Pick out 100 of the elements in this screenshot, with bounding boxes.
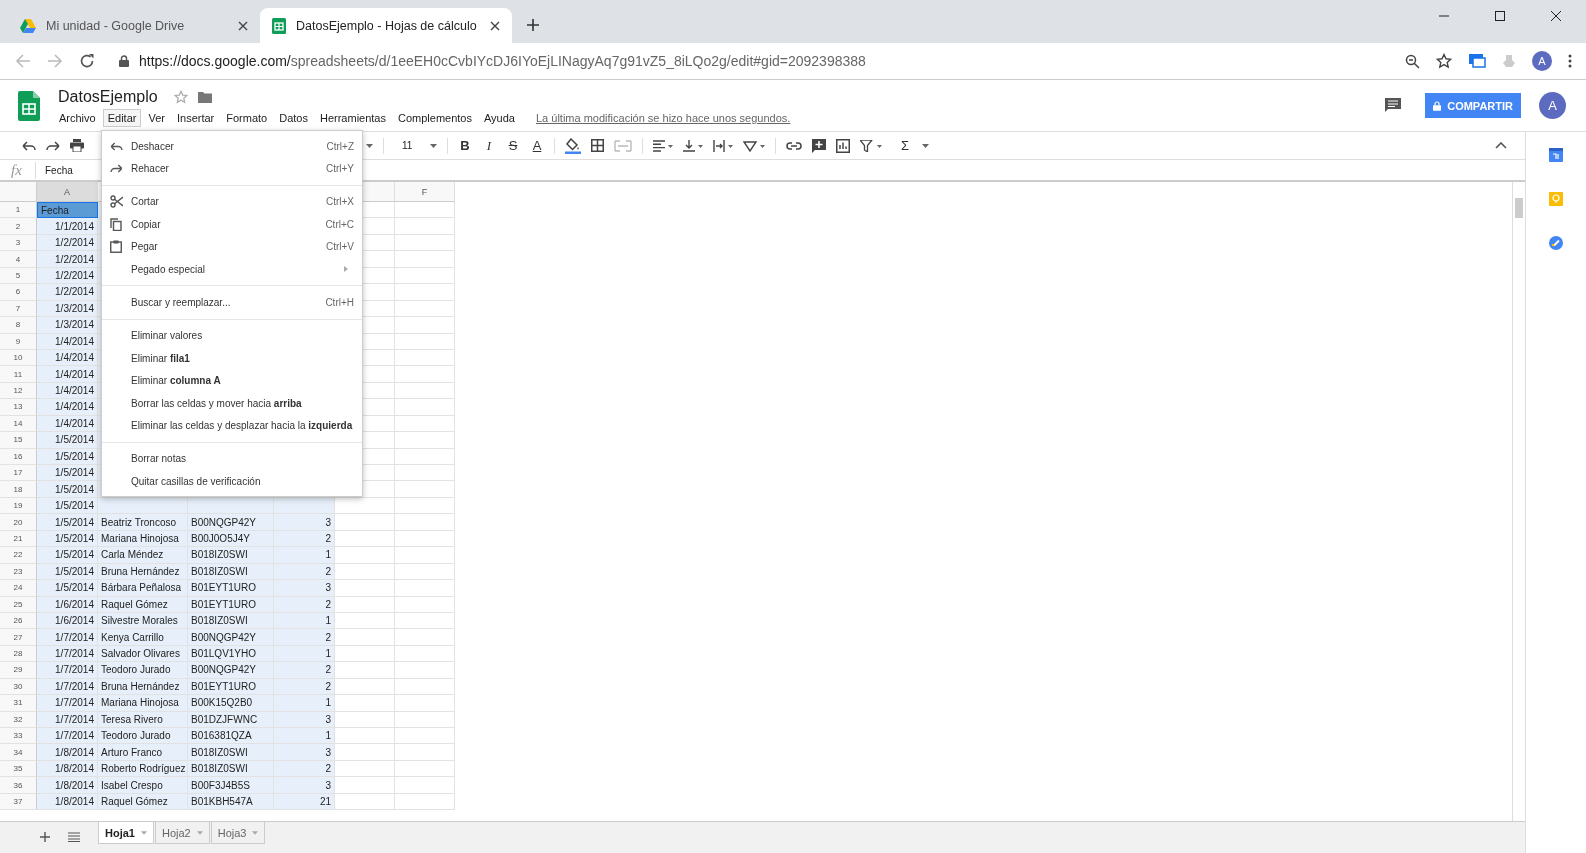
screen-icon[interactable] xyxy=(1468,53,1486,69)
row-header[interactable]: 6 xyxy=(0,284,37,301)
redo-icon[interactable] xyxy=(46,140,60,151)
last-edit-link[interactable]: La última modificación se hizo hace unos segundos. xyxy=(536,112,791,124)
filter-icon[interactable] xyxy=(860,139,882,152)
row-header[interactable]: 29 xyxy=(0,662,37,679)
menu-item[interactable]: Herramientas xyxy=(314,109,391,127)
comment-icon[interactable] xyxy=(1385,98,1402,113)
row-header[interactable]: 2 xyxy=(0,218,37,235)
menu-item[interactable]: Borrar las celdas y mover hacia arriba xyxy=(102,391,362,415)
close-icon[interactable] xyxy=(490,20,500,31)
share-button[interactable]: COMPARTIR xyxy=(1425,93,1521,118)
menu-item[interactable]: Editar xyxy=(102,109,142,127)
menu-item[interactable]: Pegar Ctrl+V xyxy=(102,235,362,258)
url-text[interactable]: https://docs.google.com/spreadsheets/d/1eeEH0cCvbIYcDJ6IYoEjLINagyAq7g91vZ5_8iLQo2g/edit#gid=2092398388 xyxy=(139,53,866,69)
print-icon[interactable] xyxy=(70,139,84,152)
document-title[interactable]: DatosEjemplo xyxy=(58,88,158,106)
row-header[interactable]: 31 xyxy=(0,695,37,712)
row-header[interactable]: 20 xyxy=(0,514,37,531)
text-color-button[interactable]: A xyxy=(530,138,544,153)
italic-button[interactable]: I xyxy=(482,137,496,154)
row-header[interactable]: 11 xyxy=(0,366,37,383)
menu-item[interactable]: Archivo xyxy=(54,109,101,127)
font-size-field[interactable]: 11 xyxy=(394,140,420,151)
row-header[interactable]: 27 xyxy=(0,629,37,646)
profile-avatar[interactable]: A xyxy=(1532,51,1552,71)
menu-item[interactable]: Buscar y reemplazar... Ctrl+H xyxy=(102,291,362,314)
row-header[interactable]: 1 xyxy=(0,202,37,219)
close-icon[interactable] xyxy=(238,20,248,31)
menu-item[interactable]: Borrar notas xyxy=(102,447,362,471)
browser-tab[interactable]: DatosEjemplo - Hojas de cálculo xyxy=(260,8,512,43)
star-icon[interactable] xyxy=(173,90,188,104)
menu-item[interactable]: Pegado especial xyxy=(102,257,362,281)
table-cell: Beatriz Troncoso xyxy=(98,514,188,531)
caret-icon[interactable] xyxy=(430,143,437,148)
menu-item[interactable]: Datos xyxy=(274,109,313,127)
more-icon[interactable] xyxy=(1568,54,1572,68)
menu-item[interactable]: Ver xyxy=(143,109,170,127)
collapse-icon[interactable] xyxy=(1495,142,1507,149)
row-header[interactable]: 4 xyxy=(0,251,37,268)
row-header[interactable]: 34 xyxy=(0,744,37,761)
caret-icon[interactable] xyxy=(366,143,373,148)
sheets-logo-icon[interactable] xyxy=(18,90,40,121)
calendar-icon[interactable] xyxy=(1549,148,1563,162)
add-comment-icon[interactable] xyxy=(812,138,826,153)
close-icon[interactable] xyxy=(1550,9,1562,22)
menu-item[interactable]: Insertar xyxy=(171,109,220,127)
folder-icon[interactable] xyxy=(197,91,212,103)
sheet-tab[interactable]: Hoja3 xyxy=(210,822,266,844)
link-icon[interactable] xyxy=(786,141,802,150)
align-bottom-icon[interactable] xyxy=(683,139,703,152)
column-header[interactable]: F xyxy=(395,182,455,202)
star-icon[interactable] xyxy=(1436,53,1452,69)
add-sheet-icon[interactable] xyxy=(40,832,50,842)
menu-item[interactable]: Copiar Ctrl+C xyxy=(102,213,362,236)
row-header[interactable]: 36 xyxy=(0,777,37,794)
menu-item[interactable]: Eliminar columna A xyxy=(102,369,362,392)
row-header[interactable]: 33 xyxy=(0,728,37,745)
row-header[interactable]: 22 xyxy=(0,547,37,564)
caret-icon[interactable] xyxy=(922,143,929,148)
row-header[interactable]: 17 xyxy=(0,465,37,482)
align-left-icon[interactable] xyxy=(653,139,673,152)
strikethrough-button[interactable]: S xyxy=(506,138,520,153)
menu-item[interactable]: Ayuda xyxy=(479,109,520,127)
menu-item[interactable]: Complementos xyxy=(393,109,477,127)
borders-icon[interactable] xyxy=(591,139,604,152)
fill-color-icon[interactable] xyxy=(565,137,581,154)
reload-icon[interactable] xyxy=(79,53,95,69)
menu-item[interactable]: Quitar casillas de verificación xyxy=(102,470,362,493)
maximize-icon[interactable] xyxy=(1494,9,1506,22)
menu-item[interactable]: Cortar Ctrl+X xyxy=(102,190,362,214)
chart-icon[interactable] xyxy=(836,138,850,153)
sheet-tab[interactable]: Hoja1 xyxy=(98,822,154,844)
row-header[interactable]: 8 xyxy=(0,317,37,334)
menu-icon[interactable] xyxy=(68,832,80,842)
row-header[interactable]: 15 xyxy=(0,432,37,449)
text-rotate-icon[interactable] xyxy=(743,139,765,152)
menu-item[interactable]: Eliminar las celdas y desplazar hacia la izquierda xyxy=(102,414,362,437)
undo-icon[interactable] xyxy=(22,140,36,151)
menu-item[interactable]: Deshacer Ctrl+Z xyxy=(102,135,362,158)
menu-item[interactable]: Eliminar valores xyxy=(102,324,362,348)
new-tab-icon[interactable] xyxy=(526,18,540,32)
account-avatar[interactable]: A xyxy=(1539,92,1566,119)
column-header[interactable]: A xyxy=(37,182,98,202)
tasks-icon[interactable] xyxy=(1549,236,1563,250)
bold-button[interactable]: B xyxy=(458,138,472,153)
row-header[interactable]: 18 xyxy=(0,481,37,498)
zoom-icon[interactable] xyxy=(1405,53,1420,69)
row-header[interactable]: 13 xyxy=(0,399,37,416)
functions-button[interactable]: Σ xyxy=(898,138,912,153)
menu-item[interactable]: Eliminar fila1 xyxy=(102,347,362,370)
table-cell: 1/5/2014 xyxy=(37,547,98,564)
menu-item[interactable]: Formato xyxy=(221,109,273,127)
row-header[interactable]: 24 xyxy=(0,580,37,597)
text-wrap-icon[interactable] xyxy=(713,139,733,152)
sheet-tab[interactable]: Hoja2 xyxy=(154,822,210,844)
scrollbar[interactable] xyxy=(1512,182,1525,821)
menu-item[interactable]: Rehacer Ctrl+Y xyxy=(102,157,362,180)
browser-tab[interactable]: Mi unidad - Google Drive xyxy=(8,8,260,43)
formula-input[interactable]: Fecha xyxy=(36,164,73,176)
